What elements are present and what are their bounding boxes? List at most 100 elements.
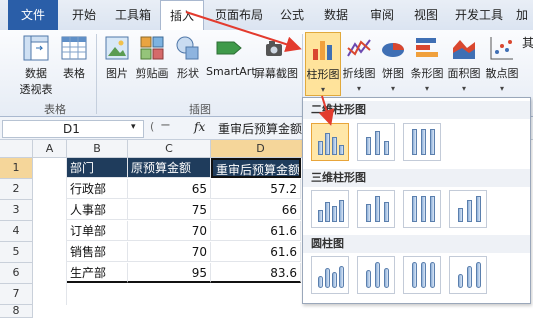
pivot-table-label-1: 数据 — [25, 67, 47, 80]
3d-column-option[interactable] — [449, 190, 487, 228]
table-cell[interactable]: 61.6 — [211, 242, 301, 262]
tab-toolbox[interactable]: 工具箱 — [108, 0, 158, 30]
line-chart-button[interactable]: 折线图 ▾ — [342, 34, 376, 94]
tab-formulas[interactable]: 公式 — [272, 0, 312, 30]
table-label: 表格 — [63, 67, 85, 80]
pie-chart-button[interactable]: 饼图 ▾ — [378, 34, 408, 94]
row-header-3[interactable]: 3 — [0, 200, 33, 221]
stacked-column-option[interactable] — [357, 123, 395, 161]
pie-chart-icon — [382, 43, 404, 57]
clustered-column-option[interactable] — [311, 123, 349, 161]
tab-insert[interactable]: 插入 — [160, 0, 204, 32]
tab-view[interactable]: 视图 — [406, 0, 446, 30]
picture-button[interactable]: 图片 — [102, 34, 132, 81]
group-label-illustrations: 插图 — [189, 103, 211, 116]
table-cell[interactable]: 95 — [128, 263, 211, 283]
shapes-button[interactable]: 形状 — [172, 34, 204, 81]
table-cell[interactable]: 83.6 — [211, 263, 301, 283]
bar-chart-icon — [416, 38, 438, 57]
smartart-label: SmartArt — [206, 65, 256, 78]
scatter-chart-icon — [490, 37, 513, 60]
pie-chart-label: 饼图 — [382, 67, 404, 80]
tab-home[interactable]: 开始 — [62, 0, 106, 30]
picture-icon — [105, 36, 129, 60]
table-cell[interactable]: 75 — [128, 200, 211, 220]
header-cell-revised-budget[interactable]: 重审后预算金额 — [211, 158, 301, 178]
table-cell[interactable]: 70 — [128, 242, 211, 262]
group-separator — [96, 34, 97, 114]
bar-chart-label: 条形图 — [410, 67, 444, 80]
3d-clustered-column-option[interactable] — [311, 190, 349, 228]
table-cell[interactable]: 订单部 — [67, 221, 128, 241]
tab-file[interactable]: 文件 — [8, 0, 58, 30]
header-cell-department[interactable]: 部门 — [67, 158, 128, 178]
table-cell[interactable]: 61.6 — [211, 221, 301, 241]
chevron-down-icon: ▾ — [424, 84, 429, 93]
row-header-6[interactable]: 6 — [0, 263, 33, 284]
row-header-1[interactable]: 1 — [0, 158, 33, 179]
gallery-section-3d-column: 三维柱形图 — [303, 169, 530, 187]
tab-developer[interactable]: 开发工具 — [450, 0, 508, 30]
table-cell[interactable]: 人事部 — [67, 200, 128, 220]
row-header-5[interactable]: 5 — [0, 242, 33, 263]
row-header-8[interactable]: 8 — [0, 305, 33, 318]
other-charts-button[interactable]: 其 — [522, 34, 533, 51]
chevron-down-icon: ▾ — [356, 84, 361, 93]
pivot-table-button[interactable]: 数据 透视表 — [14, 34, 58, 97]
bar-chart-button[interactable]: 条形图 ▾ — [410, 34, 444, 94]
insert-function-icon[interactable]: fx — [194, 120, 205, 134]
column-header-c[interactable]: C — [128, 140, 211, 158]
table-cell[interactable]: 生产部 — [67, 263, 128, 283]
3d-percent-stacked-column-option[interactable] — [403, 190, 441, 228]
table-button[interactable]: 表格 — [58, 34, 90, 81]
tab-data[interactable]: 数据 — [316, 0, 356, 30]
row-header-2[interactable]: 2 — [0, 179, 33, 200]
scatter-chart-label: 散点图 — [485, 67, 519, 80]
name-box-value: D1 — [63, 122, 80, 136]
table-cell[interactable]: 65 — [128, 179, 211, 199]
camera-icon — [266, 41, 282, 56]
smartart-icon — [216, 41, 242, 55]
pivot-table-icon — [23, 35, 49, 61]
column-chart-button[interactable]: 柱形图 ▾ — [305, 32, 341, 96]
shapes-icon — [176, 36, 199, 60]
percent-stacked-column-option[interactable] — [403, 123, 441, 161]
scatter-chart-button[interactable]: 散点图 ▾ — [484, 34, 520, 94]
more-icon: 其 — [522, 36, 533, 50]
tab-page-layout[interactable]: 页面布局 — [208, 0, 270, 30]
table-cell[interactable]: 70 — [128, 221, 211, 241]
table-cell[interactable]: 57.2 — [211, 179, 301, 199]
spreadsheet-grid: A B C D 1 2 3 4 5 6 7 8 部门 原预算金额 重审后预算金额… — [0, 140, 311, 318]
name-box[interactable]: D1 ▾ — [2, 120, 144, 138]
cancel-icon: ( — [150, 120, 155, 133]
select-all-corner[interactable] — [0, 140, 33, 158]
area-chart-button[interactable]: 面积图 ▾ — [446, 34, 482, 94]
formula-bar-handle[interactable]: ( − — [148, 118, 188, 136]
smartart-button[interactable]: SmartArt — [206, 34, 256, 78]
screenshot-label: 屏幕截图 — [254, 67, 298, 80]
clipart-button[interactable]: 剪贴画 — [134, 34, 170, 81]
table-cell[interactable]: 66 — [211, 200, 301, 220]
row-header-4[interactable]: 4 — [0, 221, 33, 242]
header-cell-original-budget[interactable]: 原预算金额 — [128, 158, 211, 178]
table-cell[interactable]: 销售部 — [67, 242, 128, 262]
percent-stacked-cylinder-option[interactable] — [403, 256, 441, 294]
chevron-down-icon: ▾ — [390, 84, 395, 93]
column-header-b[interactable]: B — [67, 140, 128, 158]
3d-cylinder-option[interactable] — [449, 256, 487, 294]
minus-icon: − — [160, 118, 171, 133]
column-header-a[interactable]: A — [33, 140, 67, 158]
clustered-cylinder-option[interactable] — [311, 256, 349, 294]
clipart-icon — [140, 36, 164, 60]
chevron-down-icon: ▾ — [131, 122, 136, 132]
empty-column-a[interactable] — [33, 158, 67, 305]
tab-review[interactable]: 审阅 — [362, 0, 402, 30]
line-chart-label: 折线图 — [342, 67, 376, 80]
stacked-cylinder-option[interactable] — [357, 256, 395, 294]
column-header-d[interactable]: D — [211, 140, 311, 158]
tab-addins[interactable]: 加 — [512, 0, 532, 30]
formula-input[interactable]: 重审后预算金额 — [218, 120, 308, 136]
table-cell[interactable]: 行政部 — [67, 179, 128, 199]
3d-stacked-column-option[interactable] — [357, 190, 395, 228]
screenshot-button[interactable]: 屏幕截图 — [254, 34, 298, 81]
